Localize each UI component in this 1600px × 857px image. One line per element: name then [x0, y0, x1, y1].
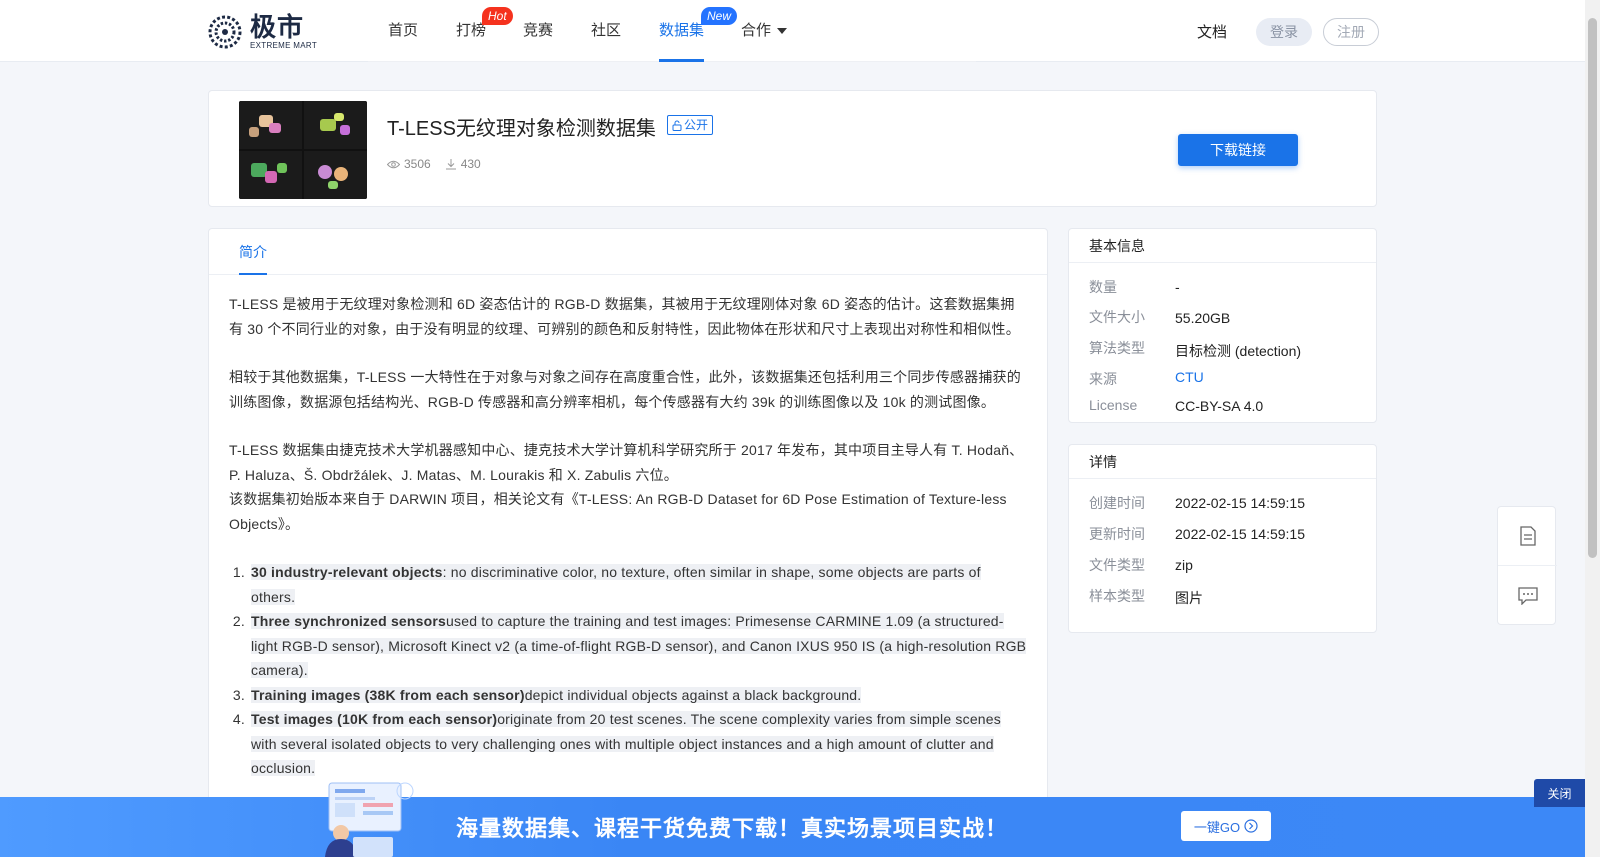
nav-competition[interactable]: 竞赛 [523, 0, 553, 62]
list-item-text: depict individual objects against a blac… [524, 686, 862, 703]
main-nav: 首页 打榜 Hot 竞赛 社区 数据集 New 合作 [368, 0, 976, 62]
promo-illustration [325, 782, 414, 857]
caret-down-icon [777, 28, 788, 35]
info-value: 55.20GB [1175, 310, 1231, 326]
views-count: 3506 [404, 157, 431, 171]
list-item: Test images (10K from each sensor)origin… [249, 707, 1027, 781]
lock-open-icon [672, 120, 682, 131]
list-item: Training images (38K from each sensor)de… [249, 683, 1027, 708]
logo-cn-text: 极市 [250, 11, 305, 42]
details-card: 详情 创建时间 2022-02-15 14:59:15 更新时间 2022-02… [1068, 444, 1377, 633]
download-icon [445, 159, 456, 170]
nav-leaderboard[interactable]: 打榜 [456, 0, 486, 62]
nav-datasets[interactable]: 数据集 [659, 0, 705, 62]
eye-icon [387, 160, 400, 168]
logo-mark-icon [206, 13, 244, 51]
info-key: 文件大小 [1089, 309, 1145, 325]
source-link[interactable]: CTU [1175, 369, 1204, 385]
nav-cooperation[interactable]: 合作 [741, 0, 788, 62]
tab-intro[interactable]: 简介 [239, 229, 267, 275]
list-item: Three synchronized sensorsused to captur… [249, 609, 1027, 683]
top-header: 极市 EXTREME MART 首页 打榜 Hot 竞赛 社区 数据集 New … [0, 0, 1585, 62]
detail-key: 样本类型 [1089, 588, 1145, 604]
detail-value: zip [1175, 557, 1193, 573]
detail-key: 创建时间 [1089, 495, 1145, 511]
list-item-title: 30 industry-relevant objects [251, 564, 443, 580]
info-key: 数量 [1089, 279, 1117, 295]
promo-text: 海量数据集、课程干货免费下载！真实场景项目实战！ [456, 816, 1009, 841]
chat-icon [1517, 586, 1538, 605]
info-value: - [1175, 279, 1180, 295]
nav-home[interactable]: 首页 [388, 0, 418, 62]
promo-banner: 关闭 海量数据集、课程干货免费下载！真实场景项目实战！ 一键GO [0, 779, 1585, 857]
info-value: 目标检测 (detection) [1175, 343, 1302, 359]
site-logo[interactable]: 极市 EXTREME MART [206, 13, 317, 51]
hot-badge: Hot [482, 7, 513, 25]
intro-body: T-LESS 是被用于无纹理对象检测和 6D 姿态估计的 RGB-D 数据集，其… [209, 275, 1047, 781]
info-key: 来源 [1089, 371, 1117, 387]
feedback-button[interactable] [1498, 566, 1557, 625]
list-item-title: Training images (38K from each sensor) [251, 686, 525, 703]
info-key: License [1089, 397, 1138, 413]
document-button[interactable] [1498, 507, 1557, 566]
intro-paragraph-2: 相较于其他数据集，T-LESS 一大特性在于对象与对象之间存在高度重合性，此外，… [229, 369, 1021, 410]
new-badge: New [701, 7, 738, 25]
list-item-title: Three synchronized sensors [251, 613, 447, 629]
downloads-stat: 430 [445, 157, 481, 171]
downloads-count: 430 [460, 157, 481, 171]
login-button[interactable]: 登录 [1256, 18, 1312, 46]
detail-key: 更新时间 [1089, 526, 1145, 542]
views-stat: 3506 [387, 157, 431, 171]
logo-en-text: EXTREME MART [250, 40, 318, 50]
register-button[interactable]: 注册 [1323, 18, 1379, 46]
promo-close-button[interactable]: 关闭 [1534, 779, 1585, 807]
dataset-stats: 3506 430 [387, 157, 481, 171]
nav-cooperation-label: 合作 [741, 22, 772, 39]
scrollbar-thumb[interactable] [1588, 18, 1597, 558]
download-link-button[interactable]: 下载链接 [1178, 134, 1298, 166]
docs-link[interactable]: 文档 [1197, 21, 1227, 42]
page-scrollbar[interactable] [1585, 0, 1600, 857]
feature-list: 30 industry-relevant objects: no discrim… [229, 560, 1027, 781]
document-icon [1519, 526, 1536, 546]
intro-panel: 简介 T-LESS 是被用于无纹理对象检测和 6D 姿态估计的 RGB-D 数据… [208, 228, 1048, 857]
list-item-title: Test images (10K from each sensor) [251, 711, 498, 727]
detail-value: 2022-02-15 14:59:15 [1175, 495, 1305, 511]
details-title: 详情 [1069, 445, 1376, 479]
basic-info-card: 基本信息 数量 - 文件大小 55.20GB 算法类型 目标检测 (detect… [1068, 228, 1377, 423]
arrow-circle-icon [1244, 819, 1258, 833]
intro-paragraph-1: T-LESS 是被用于无纹理对象检测和 6D 姿态估计的 RGB-D 数据集，其… [229, 296, 1020, 337]
tab-bar: 简介 [209, 229, 1047, 275]
public-badge: 公开 [667, 115, 714, 135]
info-key: 算法类型 [1089, 340, 1145, 356]
list-item: 30 industry-relevant objects: no discrim… [249, 560, 1027, 609]
detail-value: 2022-02-15 14:59:15 [1175, 526, 1305, 542]
dataset-header-card: T-LESS无纹理对象检测数据集 公开 3506 430 下载链接 [208, 90, 1377, 207]
detail-value: 图片 [1175, 590, 1203, 606]
basic-info-title: 基本信息 [1069, 229, 1376, 263]
promo-go-button[interactable]: 一键GO [1181, 811, 1271, 841]
intro-paragraph-3: T-LESS 数据集由捷克技术大学机器感知中心、捷克技术大学计算机科学研究所于 … [229, 442, 1024, 483]
dataset-title: T-LESS无纹理对象检测数据集 [387, 118, 656, 140]
floating-toolbar [1497, 506, 1557, 625]
public-badge-label: 公开 [684, 118, 709, 132]
info-value: CC-BY-SA 4.0 [1175, 398, 1264, 414]
nav-community[interactable]: 社区 [591, 0, 621, 62]
intro-paragraph-4: 该数据集初始版本来自于 DARWIN 项目，相关论文有《T-LESS: An R… [229, 491, 1007, 532]
promo-go-label: 一键GO [1193, 819, 1241, 835]
detail-key: 文件类型 [1089, 557, 1145, 573]
dataset-thumbnail [239, 101, 367, 199]
